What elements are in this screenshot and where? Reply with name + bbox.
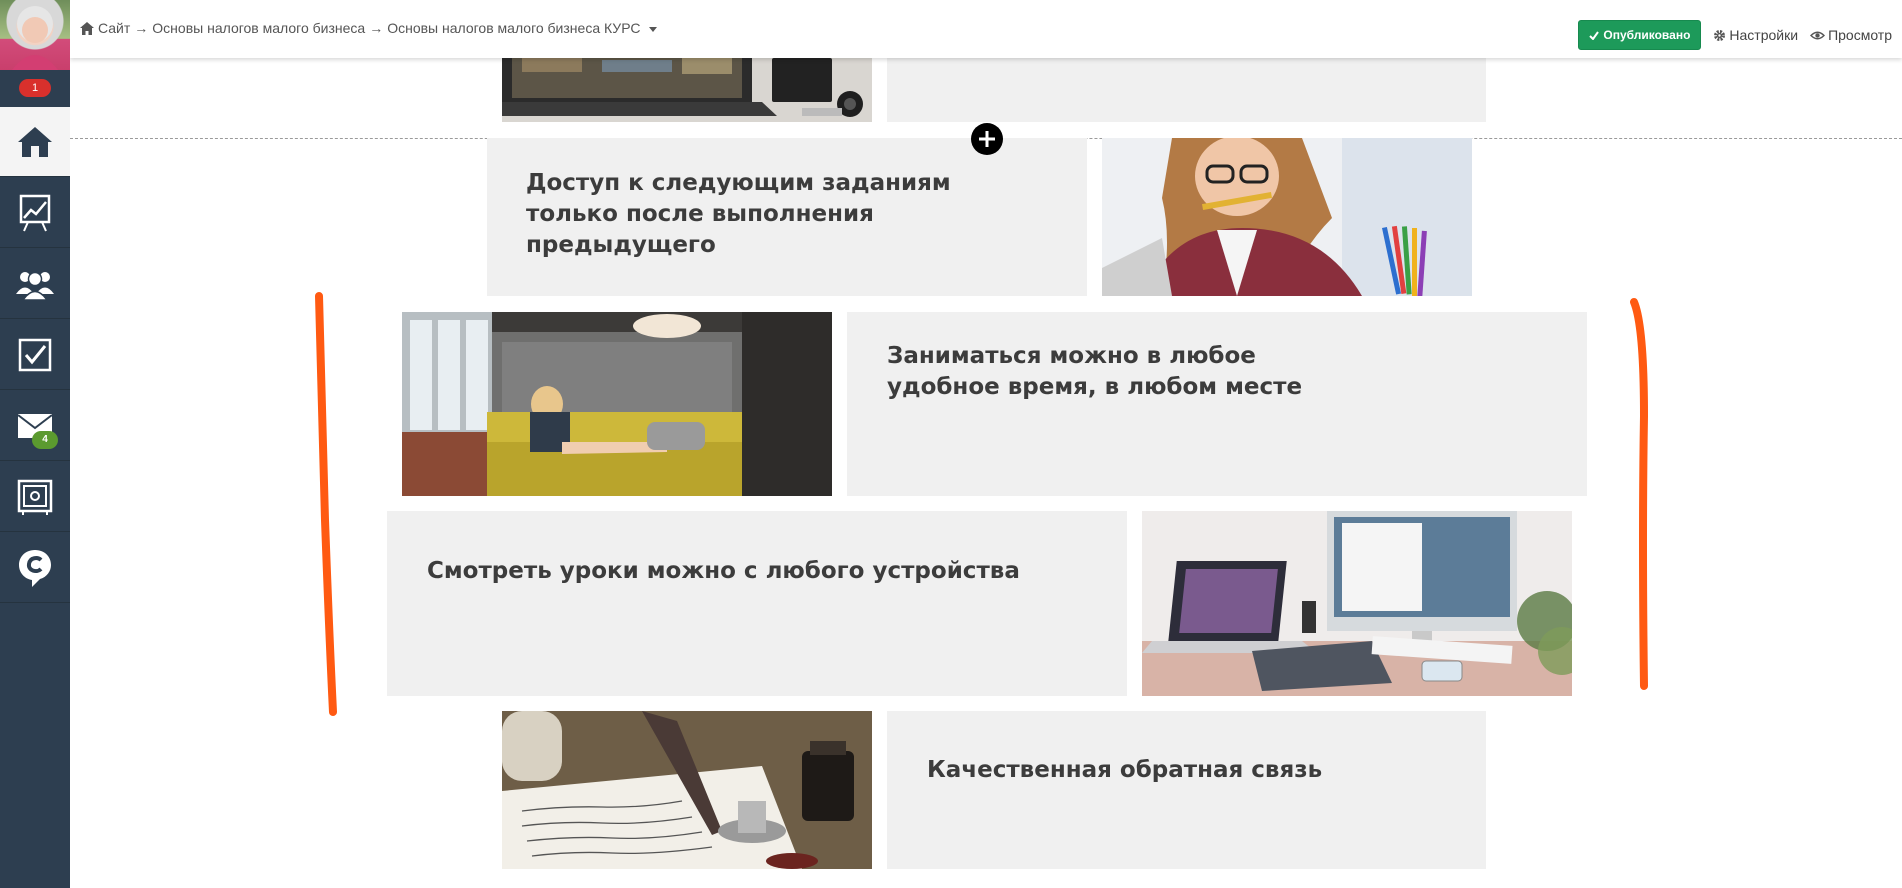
anytime-block-title: Заниматься можно в любое удобное время, … <box>887 343 1303 400</box>
mail-count-badge: 4 <box>32 431 58 449</box>
quill-photo[interactable] <box>502 711 872 869</box>
access-block[interactable]: Доступ к следующим заданиям только после… <box>487 138 1087 296</box>
avatar-portrait-icon <box>12 6 58 70</box>
safe-icon <box>17 479 53 515</box>
breadcrumb-separator: → <box>369 20 384 36</box>
published-button[interactable]: Опубликовано <box>1578 20 1702 50</box>
chat-c-icon <box>19 549 51 587</box>
checkbox-icon <box>18 338 52 371</box>
quill-and-letter-image <box>502 711 872 869</box>
check-icon <box>1589 30 1600 40</box>
sidebar-item-messages[interactable]: 4 <box>0 391 70 461</box>
breadcrumb-item-course-group[interactable]: Основы налогов малого бизнеса <box>152 20 365 36</box>
sofa-photo[interactable] <box>402 312 832 496</box>
feedback-block[interactable]: Качественная обратная связь <box>887 711 1486 869</box>
top-bar: Сайт → Основы налогов малого бизнеса → О… <box>70 0 1902 58</box>
notification-badge[interactable]: 1 <box>19 79 51 97</box>
preview-link[interactable]: Просмотр <box>1810 27 1892 43</box>
top-actions: Опубликовано Настройки Просмотр <box>1578 20 1892 50</box>
devices-block-title: Смотреть уроки можно с любого устройства <box>427 558 1020 584</box>
sidebar-item-stats[interactable] <box>0 178 70 248</box>
devices-desk-image <box>1142 511 1572 696</box>
breadcrumb-separator: → <box>134 20 149 36</box>
devices-block[interactable]: Смотреть уроки можно с любого устройства <box>387 511 1127 696</box>
breadcrumb: Сайт → Основы налогов малого бизнеса → О… <box>80 20 657 36</box>
anytime-block[interactable]: Заниматься можно в любое удобное время, … <box>847 312 1587 496</box>
devices-photo[interactable] <box>1142 511 1572 696</box>
settings-link[interactable]: Настройки <box>1713 27 1798 43</box>
settings-label: Настройки <box>1729 27 1799 43</box>
add-block-button[interactable] <box>971 123 1003 155</box>
breadcrumb-item-course-page[interactable]: Основы налогов малого бизнеса КУРС <box>387 20 640 36</box>
student-photo[interactable] <box>1102 138 1472 296</box>
annotation-bracket-right <box>1630 298 1649 690</box>
eye-icon <box>1810 31 1826 39</box>
home-small-icon <box>80 21 94 35</box>
feedback-block-title: Качественная обратная связь <box>927 757 1323 783</box>
breadcrumb-item-site[interactable]: Сайт <box>98 20 130 36</box>
published-label: Опубликовано <box>1603 28 1691 42</box>
laptop-photo[interactable] <box>502 50 872 122</box>
page-editor-canvas: Доступ к следующим заданиям только после… <box>70 0 1902 888</box>
sidebar-item-home[interactable] <box>0 107 70 177</box>
plus-icon <box>979 131 995 147</box>
chevron-down-icon[interactable] <box>648 26 657 32</box>
sidebar: 1 4 <box>0 0 70 888</box>
chart-board-icon <box>19 194 51 231</box>
sidebar-item-safe[interactable] <box>0 462 70 532</box>
girl-with-pencils-image <box>1102 138 1472 296</box>
annotation-bracket-left <box>315 292 337 716</box>
sidebar-item-chat[interactable] <box>0 533 70 603</box>
sidebar-item-tasks[interactable] <box>0 320 70 390</box>
gear-icon <box>1714 29 1726 41</box>
avatar[interactable] <box>0 0 70 70</box>
preview-label: Просмотр <box>1828 27 1892 43</box>
laptop-image <box>502 50 872 122</box>
sidebar-item-users[interactable] <box>0 249 70 319</box>
text-block-top[interactable] <box>887 50 1486 122</box>
home-icon <box>18 126 52 157</box>
access-block-title: Доступ к следующим заданиям только после… <box>526 170 951 258</box>
girl-on-sofa-image <box>402 312 832 496</box>
users-icon <box>16 271 54 300</box>
